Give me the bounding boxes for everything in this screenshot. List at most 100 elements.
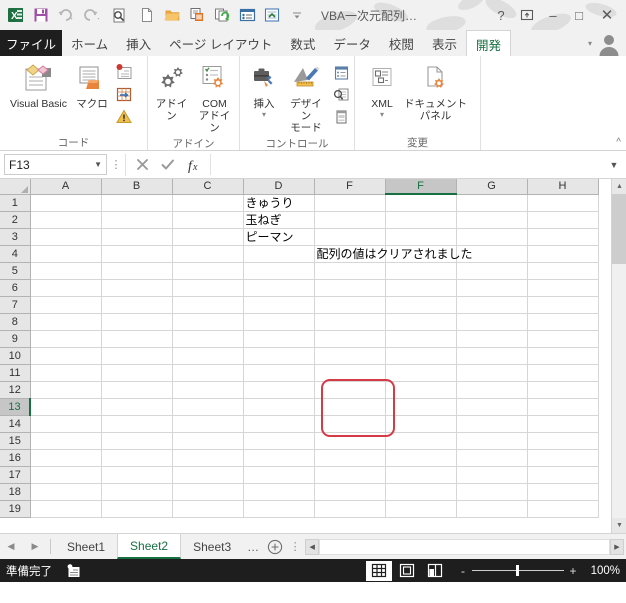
grid-cell[interactable]: [314, 415, 386, 433]
grid-cell[interactable]: ピーマン: [243, 228, 315, 246]
grid-cell[interactable]: [30, 381, 102, 399]
add-ins-button[interactable]: アドイン: [151, 60, 193, 124]
record-macro-button[interactable]: [113, 62, 135, 83]
tab-page-layout[interactable]: ページ レイアウト: [160, 30, 281, 56]
grid-cell[interactable]: [172, 415, 244, 433]
grid-cell[interactable]: [243, 347, 315, 365]
grid-cell[interactable]: [30, 211, 102, 229]
row-header-10[interactable]: 10: [0, 347, 31, 365]
visual-basic-button[interactable]: Visual Basic: [6, 60, 71, 112]
sort-icon[interactable]: [260, 3, 284, 27]
chevron-down-icon[interactable]: ▾: [380, 110, 384, 119]
grid-cell[interactable]: [527, 262, 599, 280]
grid-cell[interactable]: [385, 228, 457, 246]
grid-cell[interactable]: [30, 279, 102, 297]
xml-button[interactable]: XML ▾: [364, 60, 400, 121]
grid-cell[interactable]: [30, 296, 102, 314]
column-header-g[interactable]: G: [456, 179, 528, 195]
form-icon[interactable]: [235, 3, 259, 27]
collapse-ribbon-icon[interactable]: ^: [616, 137, 621, 148]
grid-cell[interactable]: [101, 466, 173, 484]
row-header-2[interactable]: 2: [0, 211, 31, 229]
grid-cell[interactable]: [101, 279, 173, 297]
row-header-12[interactable]: 12: [0, 381, 31, 399]
grid-cell[interactable]: [456, 211, 528, 229]
grid-cell[interactable]: [527, 194, 599, 212]
grid-cell[interactable]: [385, 245, 457, 263]
grid-cell[interactable]: [172, 313, 244, 331]
grid-cell[interactable]: [30, 432, 102, 450]
grid-cell[interactable]: [172, 483, 244, 501]
horizontal-scrollbar[interactable]: ◀ ▶: [303, 534, 626, 559]
grid-cell[interactable]: [314, 194, 386, 212]
grid-cell[interactable]: [30, 415, 102, 433]
grid-cell[interactable]: [314, 279, 386, 297]
zoom-slider[interactable]: [472, 565, 564, 576]
grid-cell[interactable]: [527, 245, 599, 263]
grid-cell[interactable]: [172, 279, 244, 297]
tab-file[interactable]: ファイル: [0, 30, 62, 56]
grid-cell[interactable]: [101, 381, 173, 399]
grid-cell[interactable]: [243, 296, 315, 314]
insert-function-icon[interactable]: f x: [182, 154, 206, 176]
grid-cell[interactable]: [243, 398, 315, 416]
help-button[interactable]: ?: [488, 3, 514, 27]
grid-cell[interactable]: [172, 381, 244, 399]
grid-cell[interactable]: [30, 449, 102, 467]
tab-view[interactable]: 表示: [423, 30, 466, 56]
grid-cell[interactable]: [172, 194, 244, 212]
zoom-in-button[interactable]: +: [568, 564, 578, 578]
grid-cell[interactable]: [30, 347, 102, 365]
chevron-down-icon[interactable]: ▾: [262, 110, 266, 119]
grid-cell[interactable]: [527, 449, 599, 467]
undo-icon[interactable]: [54, 3, 78, 27]
grid-cell[interactable]: [101, 449, 173, 467]
grid-cell[interactable]: [243, 432, 315, 450]
grid-cell[interactable]: [527, 364, 599, 382]
spreadsheet-grid[interactable]: A B C D F F G H 1 きゅうり 2 玉ねぎ 3 ピーマン 4 配列の値はクリアさ…: [0, 179, 626, 533]
chevron-down-icon[interactable]: ▼: [94, 160, 102, 169]
grid-cell[interactable]: [30, 466, 102, 484]
grid-cell[interactable]: [314, 262, 386, 280]
grid-cell[interactable]: [30, 262, 102, 280]
grid-cell[interactable]: [101, 415, 173, 433]
tab-developer[interactable]: 開発: [465, 30, 511, 57]
grid-cell[interactable]: [30, 483, 102, 501]
horizontal-scroll-thumb[interactable]: [319, 538, 610, 555]
sheet-more-button[interactable]: ⋮: [287, 534, 303, 559]
macro-security-button[interactable]: [113, 106, 135, 127]
horizontal-scroll-track[interactable]: [319, 538, 610, 555]
grid-cell[interactable]: [527, 347, 599, 365]
grid-cell[interactable]: [385, 500, 457, 518]
grid-cell[interactable]: [456, 245, 528, 263]
grid-cell[interactable]: [172, 330, 244, 348]
grid-cell[interactable]: [30, 364, 102, 382]
column-header-a[interactable]: A: [30, 179, 102, 195]
row-header-18[interactable]: 18: [0, 483, 31, 501]
grid-cell[interactable]: [385, 398, 457, 416]
grid-cell[interactable]: [456, 347, 528, 365]
grid-cell[interactable]: [456, 228, 528, 246]
grid-cell[interactable]: [243, 245, 315, 263]
grid-cell[interactable]: [527, 415, 599, 433]
grid-cell[interactable]: [314, 466, 386, 484]
grid-cell[interactable]: [314, 381, 386, 399]
copy-icon[interactable]: [185, 3, 209, 27]
grid-cell[interactable]: [385, 262, 457, 280]
cancel-icon[interactable]: [130, 154, 154, 176]
sheet-tab-sheet2[interactable]: Sheet2: [117, 534, 182, 559]
restore-button[interactable]: □: [566, 3, 592, 27]
row-header-6[interactable]: 6: [0, 279, 31, 297]
grid-cell[interactable]: [314, 449, 386, 467]
grid-cell[interactable]: [243, 262, 315, 280]
grid-cell[interactable]: [385, 194, 457, 212]
grid-cell[interactable]: [385, 483, 457, 501]
grid-cell[interactable]: [101, 211, 173, 229]
grid-cell[interactable]: [243, 500, 315, 518]
grid-cell[interactable]: [101, 398, 173, 416]
insert-control-button[interactable]: 挿入 ▾: [246, 60, 282, 121]
vertical-scroll-thumb[interactable]: [612, 194, 626, 264]
view-code-button[interactable]: [330, 84, 352, 105]
grid-cell[interactable]: [101, 483, 173, 501]
scroll-right-icon[interactable]: ▶: [610, 538, 624, 555]
